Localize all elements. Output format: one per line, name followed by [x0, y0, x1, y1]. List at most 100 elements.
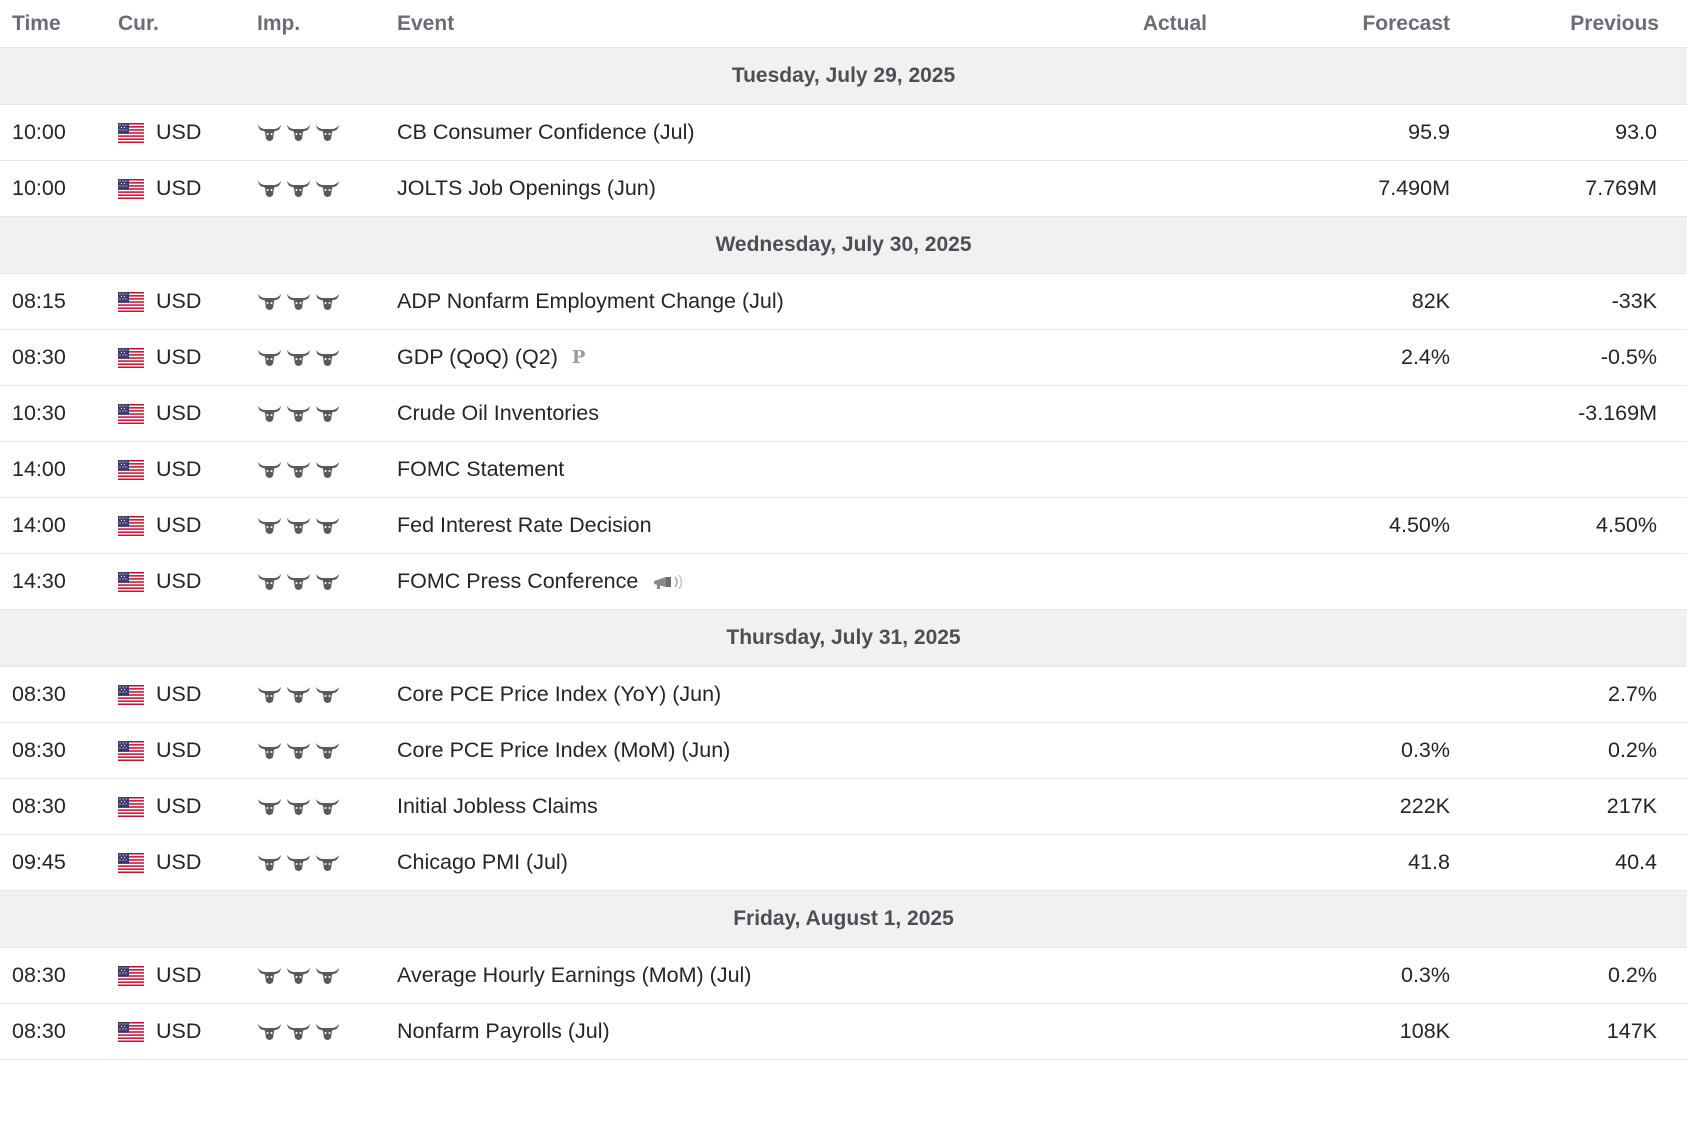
event-name-link[interactable]: Core PCE Price Index (YoY) (Jun) [397, 682, 721, 707]
event-importance [257, 516, 397, 536]
bull-icon [286, 853, 311, 873]
us-flag-icon [118, 122, 144, 143]
event-name-link[interactable]: JOLTS Job Openings (Jun) [397, 176, 656, 201]
event-name-cell: FOMC Statement [397, 457, 1027, 482]
bull-icon [315, 123, 340, 143]
event-name-link[interactable]: Crude Oil Inventories [397, 401, 599, 426]
event-currency: USD [118, 850, 257, 875]
event-row[interactable]: 08:30 USD Core PCE Price Index (YoY) (Jun)… [0, 667, 1687, 723]
event-time: 10:00 [12, 176, 66, 200]
bull-icon [257, 348, 282, 368]
currency-code: USD [156, 120, 202, 144]
event-currency: USD [118, 401, 257, 426]
us-flag-icon [118, 740, 144, 761]
event-row[interactable]: 10:30 USD Crude Oil Inventories -3.169M [0, 386, 1687, 442]
event-name-link[interactable]: CB Consumer Confidence (Jul) [397, 120, 695, 145]
event-forecast: 0.3% [1400, 738, 1450, 762]
event-forecast: 95.9 [1408, 120, 1450, 144]
event-name-link[interactable]: Nonfarm Payrolls (Jul) [397, 1019, 610, 1044]
event-name-link[interactable]: Initial Jobless Claims [397, 794, 598, 819]
event-currency: USD [118, 738, 257, 763]
bull-icon [286, 685, 311, 705]
event-importance [257, 123, 397, 143]
event-row[interactable]: 10:00 USD CB Consumer Confidence (Jul) 95.9… [0, 105, 1687, 161]
event-row[interactable]: 08:30 USD GDP (QoQ) (Q2) P 2.4% -0.5% [0, 330, 1687, 386]
us-flag-icon [118, 459, 144, 480]
event-name-link[interactable]: ADP Nonfarm Employment Change (Jul) [397, 289, 784, 314]
event-name-cell: Crude Oil Inventories [397, 401, 1027, 426]
event-name-link[interactable]: Core PCE Price Index (MoM) (Jun) [397, 738, 730, 763]
event-name-link[interactable]: FOMC Press Conference [397, 569, 638, 594]
event-name-cell: Initial Jobless Claims [397, 794, 1027, 819]
event-row[interactable]: 08:30 USD Average Hourly Earnings (MoM) (J… [0, 948, 1687, 1004]
event-row[interactable]: 14:00 USD FOMC Statement [0, 442, 1687, 498]
currency-code: USD [156, 513, 202, 537]
event-row[interactable]: 10:00 USD JOLTS Job Openings (Jun) 7.490M 7.… [0, 161, 1687, 217]
event-name-cell: Core PCE Price Index (YoY) (Jun) [397, 682, 1027, 707]
header-time[interactable]: Time [0, 12, 118, 36]
event-currency: USD [118, 1019, 257, 1044]
bull-icon [315, 853, 340, 873]
header-currency[interactable]: Cur. [118, 12, 257, 36]
bull-icon [257, 572, 282, 592]
bull-icon [315, 516, 340, 536]
event-time: 14:30 [12, 569, 66, 593]
event-currency: USD [118, 794, 257, 819]
event-previous: 2.7% [1607, 682, 1657, 706]
day-header-row: Tuesday, July 29, 2025 [0, 48, 1687, 105]
header-forecast[interactable]: Forecast [1207, 12, 1450, 36]
event-row[interactable]: 14:00 USD Fed Interest Rate Decision 4.50% 4… [0, 498, 1687, 554]
us-flag-icon [118, 515, 144, 536]
event-importance [257, 966, 397, 986]
bull-icon [315, 348, 340, 368]
event-row[interactable]: 14:30 USD FOMC Press Conference [0, 554, 1687, 610]
us-flag-icon [118, 571, 144, 592]
event-name-cell: Chicago PMI (Jul) [397, 850, 1027, 875]
event-row[interactable]: 08:15 USD ADP Nonfarm Employment Change (J… [0, 274, 1687, 330]
day-header-row: Thursday, July 31, 2025 [0, 610, 1687, 667]
event-importance [257, 853, 397, 873]
bull-icon [257, 741, 282, 761]
event-forecast: 82K [1411, 289, 1450, 313]
event-time: 08:30 [12, 1019, 66, 1043]
event-name-link[interactable]: FOMC Statement [397, 457, 564, 482]
bull-icon [315, 741, 340, 761]
currency-code: USD [156, 963, 202, 987]
event-row[interactable]: 08:30 USD Nonfarm Payrolls (Jul) 108K 147K [0, 1004, 1687, 1060]
bull-icon [286, 741, 311, 761]
event-row[interactable]: 08:30 USD Initial Jobless Claims 222K 217K [0, 779, 1687, 835]
event-currency: USD [118, 569, 257, 594]
header-actual[interactable]: Actual [1027, 12, 1207, 36]
us-flag-icon [118, 852, 144, 873]
currency-code: USD [156, 457, 202, 481]
event-forecast: 7.490M [1378, 176, 1450, 200]
bull-icon [257, 292, 282, 312]
bull-icon [286, 179, 311, 199]
event-name-link[interactable]: Average Hourly Earnings (MoM) (Jul) [397, 963, 751, 988]
event-name-cell: CB Consumer Confidence (Jul) [397, 120, 1027, 145]
event-name-link[interactable]: GDP (QoQ) (Q2) [397, 345, 558, 370]
bull-icon [286, 404, 311, 424]
header-importance[interactable]: Imp. [257, 12, 397, 36]
day-date-label: Wednesday, July 30, 2025 [715, 233, 972, 256]
event-time: 08:15 [12, 289, 66, 313]
event-name-cell: GDP (QoQ) (Q2) P [397, 345, 1027, 370]
bull-icon [315, 797, 340, 817]
event-importance [257, 179, 397, 199]
header-event[interactable]: Event [397, 12, 1027, 36]
header-previous[interactable]: Previous [1450, 12, 1675, 36]
event-row[interactable]: 08:30 USD Core PCE Price Index (MoM) (Jun)… [0, 723, 1687, 779]
event-name-link[interactable]: Fed Interest Rate Decision [397, 513, 652, 538]
bull-icon [286, 348, 311, 368]
bull-icon [315, 966, 340, 986]
event-currency: USD [118, 289, 257, 314]
event-currency: USD [118, 963, 257, 988]
bull-icon [286, 460, 311, 480]
event-previous: 93.0 [1615, 120, 1657, 144]
event-previous: 7.769M [1585, 176, 1657, 200]
event-forecast: 0.3% [1400, 963, 1450, 987]
day-header-row: Friday, August 1, 2025 [0, 891, 1687, 948]
event-name-link[interactable]: Chicago PMI (Jul) [397, 850, 568, 875]
calendar-body: Tuesday, July 29, 2025 10:00 USD CB Consume… [0, 48, 1687, 1060]
event-row[interactable]: 09:45 USD Chicago PMI (Jul) 41.8 40.4 [0, 835, 1687, 891]
